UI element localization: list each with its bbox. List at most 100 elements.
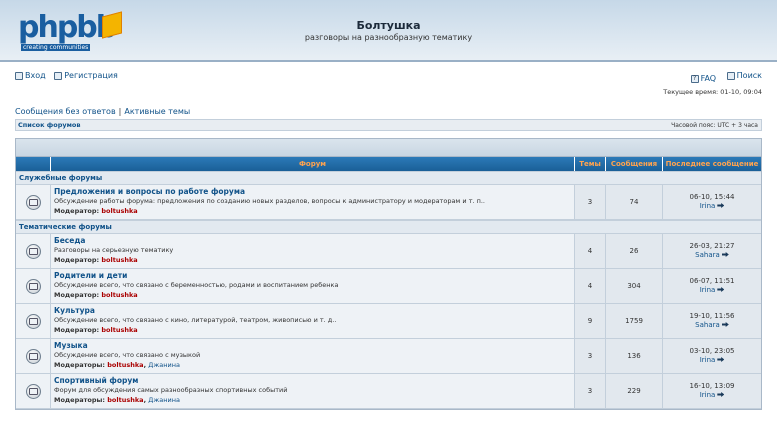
- moderator-link[interactable]: Джанина: [148, 396, 180, 404]
- post-count: 74: [606, 185, 663, 219]
- category-link[interactable]: Служебные форумы: [19, 174, 102, 182]
- quick-links: Сообщения без ответов | Активные темы: [15, 107, 190, 116]
- goto-last-post-icon[interactable]: [717, 287, 725, 292]
- forum-title-link[interactable]: Предложения и вопросы по работе форума: [54, 187, 571, 197]
- table-top-band: [16, 139, 761, 157]
- search-label: Поиск: [736, 71, 762, 80]
- table-header: Форум Темы Сообщения Последнее сообщение: [16, 157, 761, 171]
- login-label: Вход: [25, 71, 46, 80]
- moderator-label: Модератор:: [54, 326, 100, 334]
- last-post-author[interactable]: Sahara: [695, 321, 720, 329]
- site-header: phpbb creating communities Болтушка разг…: [0, 0, 777, 62]
- topic-count: 3: [575, 339, 606, 373]
- goto-last-post-icon[interactable]: [717, 357, 725, 362]
- post-count: 229: [606, 374, 663, 408]
- unanswered-link[interactable]: Сообщения без ответов: [15, 107, 116, 116]
- moderator-link[interactable]: boltushka: [101, 291, 137, 299]
- last-post-author[interactable]: Irina: [700, 202, 716, 210]
- forum-index-link[interactable]: Список форумов: [18, 121, 81, 129]
- last-post-date: 19-10, 11:56: [689, 312, 735, 320]
- last-post-author[interactable]: Sahara: [695, 251, 720, 259]
- moderator-link[interactable]: boltushka: [107, 361, 143, 369]
- moderator-link[interactable]: boltushka: [101, 207, 137, 215]
- forum-read-icon: [25, 243, 41, 259]
- forum-description: Обсуждение всего, что связано с беременн…: [54, 281, 339, 289]
- search-icon: [726, 71, 735, 80]
- login-icon: [15, 71, 23, 80]
- category-row[interactable]: Тематические форумы: [16, 220, 761, 234]
- last-post-author[interactable]: Irina: [700, 286, 716, 294]
- forum-description: Разговоры на серьезную тематику: [54, 246, 174, 254]
- goto-last-post-icon[interactable]: [721, 252, 729, 257]
- register-link[interactable]: Регистрация: [54, 71, 118, 80]
- active-topics-link[interactable]: Активные темы: [124, 107, 190, 116]
- site-description: разговоры на разнообразную тематику: [304, 33, 473, 42]
- forum-read-icon: [25, 194, 41, 210]
- forum-row: Родители и дети Обсуждение всего, что св…: [16, 269, 761, 304]
- post-count: 304: [606, 269, 663, 303]
- last-post-date: 06-07, 11:51: [689, 277, 735, 285]
- last-post-date: 06-10, 15:44: [689, 193, 735, 201]
- forum-read-icon: [25, 348, 41, 364]
- forum-title-link[interactable]: Музыка: [54, 341, 571, 351]
- moderator-label: Модератор:: [54, 207, 100, 215]
- forum-title-link[interactable]: Спортивный форум: [54, 376, 571, 386]
- goto-last-post-icon[interactable]: [721, 322, 729, 327]
- last-post-cell: 26-03, 21:27 Sahara: [663, 234, 761, 268]
- moderator-link[interactable]: boltushka: [101, 326, 137, 334]
- moderator-link[interactable]: boltushka: [101, 256, 137, 264]
- header-forum: Форум: [51, 157, 575, 171]
- forum-table: Форум Темы Сообщения Последнее сообщение…: [15, 138, 762, 410]
- topic-count: 4: [575, 234, 606, 268]
- header-last-post: Последнее сообщение: [665, 160, 759, 168]
- forum-row: Беседа Разговоры на серьезную тематику М…: [16, 234, 761, 269]
- category-row[interactable]: Служебные форумы: [16, 171, 761, 185]
- login-link[interactable]: Вход: [15, 71, 46, 80]
- post-count: 136: [606, 339, 663, 373]
- site-title: Болтушка: [356, 19, 421, 32]
- header-topics: Темы: [575, 157, 606, 171]
- last-post-date: 26-03, 21:27: [689, 242, 735, 250]
- forum-description: Обсуждение всего, что связано с кино, ли…: [54, 316, 337, 324]
- forum-description: Форум для обсуждения самых разнообразных…: [54, 386, 288, 394]
- forum-moderators: Модератор: boltushka: [54, 290, 571, 300]
- forum-moderators: Модератор: boltushka: [54, 325, 571, 335]
- moderator-label: Модераторы:: [54, 396, 105, 404]
- forum-row: Культура Обсуждение всего, что связано с…: [16, 304, 761, 339]
- forum-moderators: Модератор: boltushka: [54, 255, 571, 265]
- forum-moderators: Модератор: boltushka: [54, 206, 571, 216]
- moderator-link[interactable]: Джанина: [148, 361, 180, 369]
- forum-title-link[interactable]: Культура: [54, 306, 571, 316]
- moderator-label: Модератор:: [54, 256, 100, 264]
- topic-count: 4: [575, 269, 606, 303]
- forum-moderators: Модераторы: boltushka, Джанина: [54, 396, 180, 404]
- register-icon: [54, 71, 63, 80]
- topic-count: 3: [575, 185, 606, 219]
- goto-last-post-icon[interactable]: [717, 392, 725, 397]
- user-nav: Вход Регистрация ? FAQ Поиск: [15, 71, 762, 83]
- logo-subtitle: creating communities: [21, 44, 91, 51]
- forum-description: Обсуждение всего, что связано с музыкой: [54, 351, 201, 359]
- forum-read-icon: [25, 313, 41, 329]
- links-separator: |: [118, 107, 122, 116]
- faq-link[interactable]: ? FAQ: [690, 74, 717, 83]
- last-post-author[interactable]: Irina: [700, 391, 716, 399]
- faq-icon: ?: [690, 74, 699, 83]
- goto-last-post-icon[interactable]: [717, 203, 725, 208]
- last-post-author[interactable]: Irina: [700, 356, 716, 364]
- category-link[interactable]: Тематические форумы: [19, 223, 112, 231]
- forum-row: Спортивный форум Форум для обсуждения са…: [16, 374, 761, 409]
- forum-title-link[interactable]: Беседа: [54, 236, 571, 246]
- post-count: 1759: [606, 304, 663, 338]
- last-post-cell: 03-10, 23:05 Irina: [663, 339, 761, 373]
- moderator-link[interactable]: boltushka: [107, 396, 143, 404]
- last-post-date: 03-10, 23:05: [689, 347, 735, 355]
- topic-count: 3: [575, 374, 606, 408]
- header-icon-col: [16, 157, 51, 171]
- search-link[interactable]: Поиск: [726, 71, 762, 80]
- header-posts: Сообщения: [606, 157, 663, 171]
- faq-label: FAQ: [700, 74, 717, 83]
- last-post-cell: 06-10, 15:44 Irina: [663, 185, 761, 219]
- forum-title-link[interactable]: Родители и дети: [54, 271, 571, 281]
- post-count: 26: [606, 234, 663, 268]
